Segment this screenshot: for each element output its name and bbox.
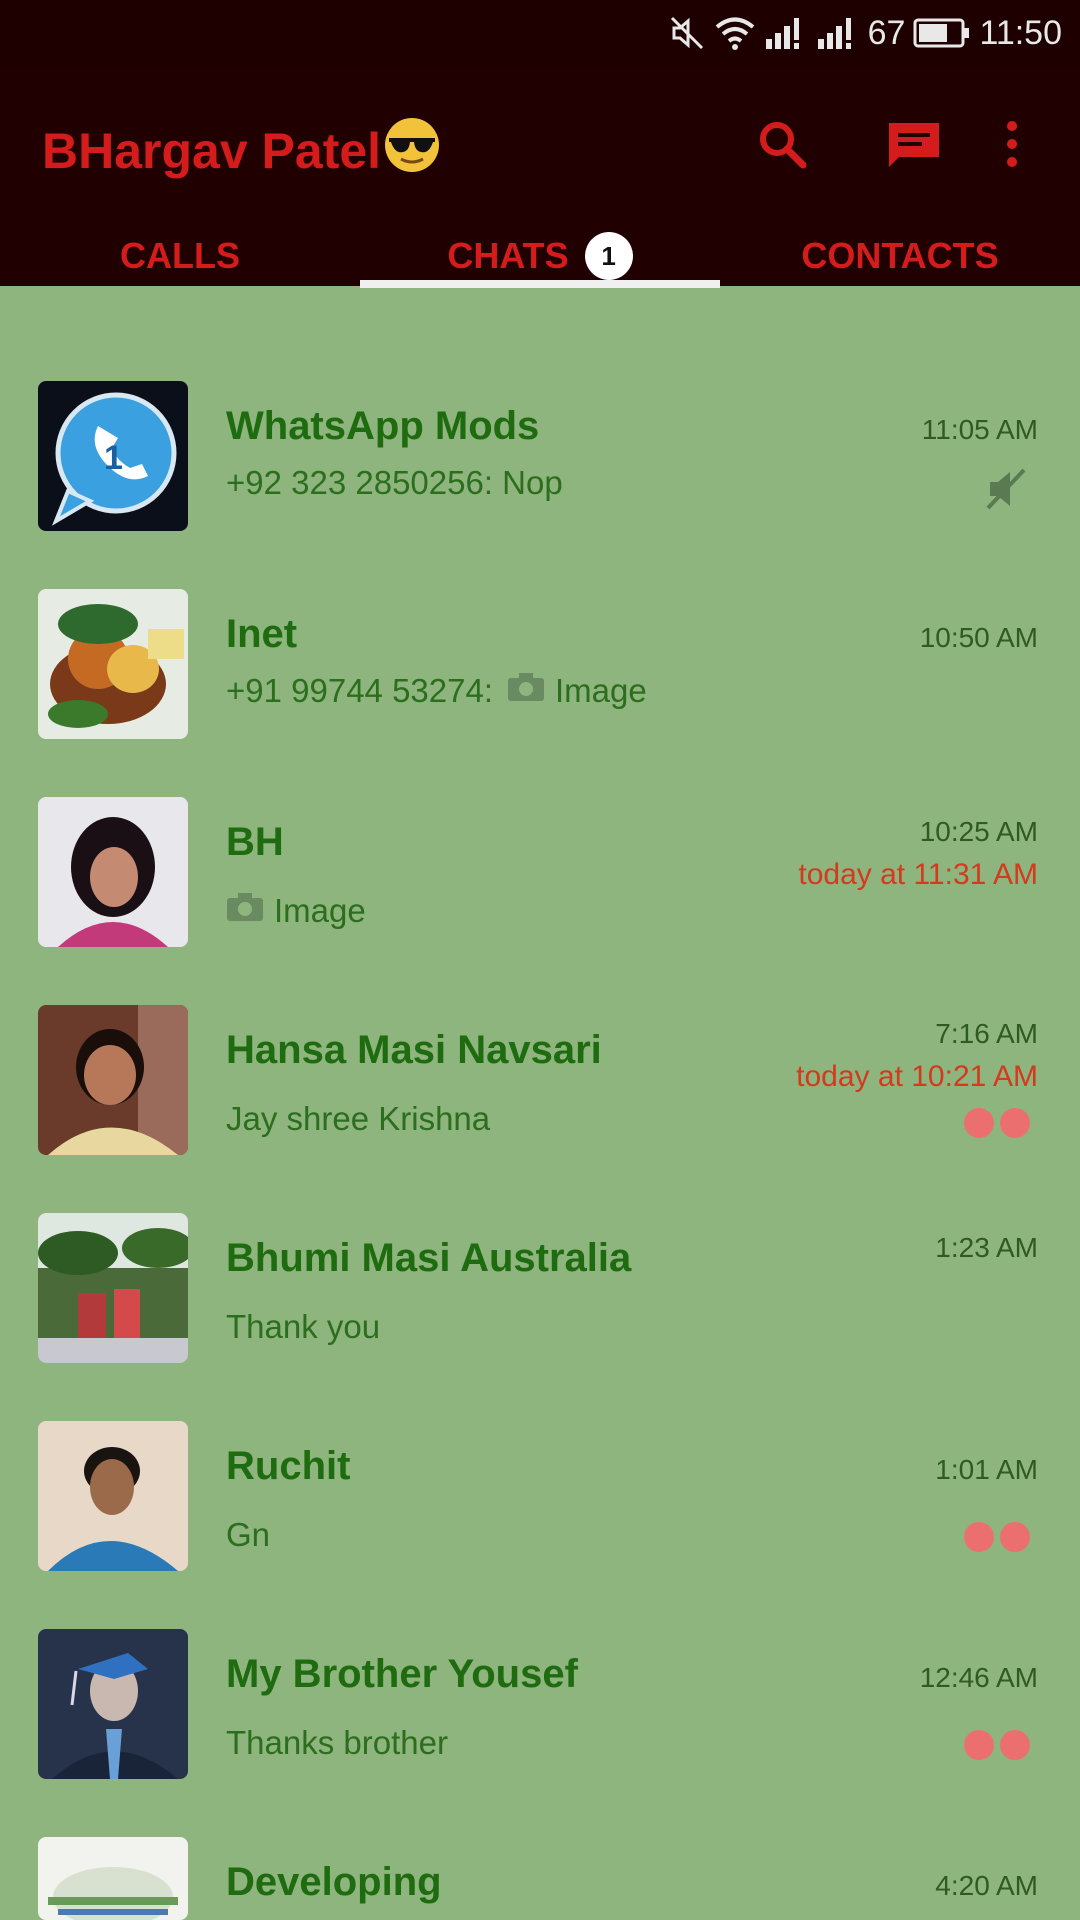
svg-text:1: 1 (104, 439, 123, 477)
chat-time: 7:16 AM (935, 1018, 1038, 1049)
chat-row[interactable]: Inet +91 99744 53274: Image 10:50 AM (0, 494, 1080, 739)
tab-calls[interactable]: CALLS (0, 226, 360, 286)
last-seen-text: today at 11:31 AM (798, 858, 1038, 891)
chat-name: Bhumi Masi Australia (226, 1236, 632, 1280)
avatar-image-icon (38, 1837, 188, 1920)
clock: 11:50 (979, 13, 1062, 52)
chat-time: 1:23 AM (935, 1232, 1038, 1263)
app-title: BHargav Patel (42, 123, 382, 179)
signal-icon-1 (764, 15, 808, 51)
chat-list: 1 WhatsApp Mods +92 323 2850256: Nop 11:… (0, 286, 1080, 1920)
status-bar: 67 11:50 (0, 0, 1080, 66)
battery-level: 67 (867, 13, 906, 52)
tab-bar: CALLS CHATS 1 CONTACTS (0, 226, 1080, 286)
chat-time: 1:01 AM (935, 1454, 1038, 1485)
app-title-wrap: BHargav Patel (42, 114, 443, 188)
chat-row[interactable]: 1 WhatsApp Mods +92 323 2850256: Nop 11:… (0, 286, 1080, 531)
chat-name: Ruchit (226, 1444, 351, 1488)
more-vert-icon[interactable] (980, 112, 1044, 176)
app-toolbar: BHargav Patel CALLS CHATS 1 CONTACTS (0, 66, 1080, 288)
battery-icon (913, 17, 971, 49)
chat-name: Hansa Masi Navsari (226, 1028, 602, 1072)
chat-row[interactable]: Developing 4:20 AM (0, 1742, 1080, 1920)
signal-icon-2 (816, 15, 860, 51)
tab-chats[interactable]: CHATS 1 (360, 226, 720, 286)
last-seen-text: today at 10:21 AM (796, 1060, 1038, 1093)
chat-row[interactable]: Hansa Masi Navsari Jay shree Krishna 7:1… (0, 910, 1080, 1155)
chat-row[interactable]: My Brother Yousef Thanks brother 12:46 A… (0, 1534, 1080, 1779)
chat-time: 4:20 AM (935, 1870, 1038, 1901)
tab-contacts-label: CONTACTS (801, 235, 999, 276)
mute-icon (668, 14, 706, 52)
tab-contacts[interactable]: CONTACTS (720, 226, 1080, 286)
wifi-icon (714, 14, 756, 52)
sunglasses-emoji-icon (381, 114, 443, 188)
chat-row[interactable]: Bhumi Masi Australia Thank you 1:23 AM (0, 1118, 1080, 1363)
chat-name: Developing (226, 1860, 442, 1904)
unread-badge: 1 (584, 232, 633, 280)
chat-row[interactable]: BH Image 10:25 AM today at 11:31 AM (0, 702, 1080, 947)
chat-name: WhatsApp Mods (226, 404, 540, 448)
chat-time: 11:05 AM (921, 414, 1038, 445)
new-chat-icon[interactable] (882, 112, 946, 176)
chat-time: 12:46 AM (919, 1662, 1038, 1693)
chat-name: My Brother Yousef (226, 1652, 578, 1696)
status-icons: 67 11:50 (668, 10, 1062, 56)
tab-chats-label: CHATS (447, 235, 569, 276)
tab-calls-label: CALLS (120, 235, 240, 276)
chat-time: 10:50 AM (919, 622, 1038, 653)
chat-name: Inet (226, 612, 298, 656)
chat-time: 10:25 AM (919, 816, 1038, 847)
avatar[interactable] (38, 1837, 188, 1920)
chat-name: BH (226, 820, 284, 864)
search-icon[interactable] (750, 112, 814, 176)
chat-row[interactable]: Ruchit Gn 1:01 AM (0, 1326, 1080, 1571)
